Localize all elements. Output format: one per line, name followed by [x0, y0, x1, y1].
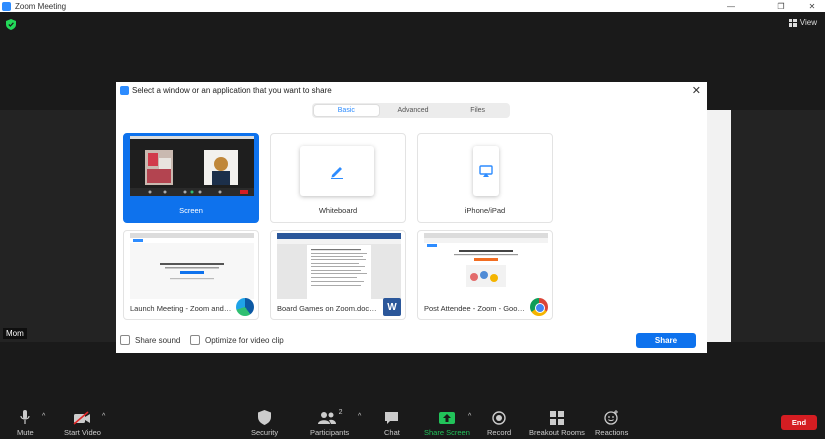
- breakout-rooms-label: Breakout Rooms: [529, 428, 585, 437]
- share-options-caret[interactable]: ^: [468, 413, 471, 420]
- security-label: Security: [251, 428, 279, 437]
- security-button[interactable]: Security: [251, 409, 278, 437]
- share-screen-label: Share Screen: [424, 428, 470, 437]
- reactions-icon: [604, 410, 619, 425]
- tile-label: Launch Meeting - Zoom and 5 m...: [130, 304, 232, 313]
- video-options-caret[interactable]: ^: [102, 413, 105, 420]
- share-tile-screen[interactable]: Screen: [123, 133, 259, 223]
- zoom-app-icon: [2, 1, 11, 11]
- zoom-app-icon: [120, 86, 129, 95]
- share-screen-icon: [438, 412, 455, 424]
- audio-options-caret[interactable]: ^: [42, 413, 45, 420]
- screen-thumbnail: [130, 136, 254, 196]
- tile-label: Whiteboard: [318, 206, 358, 215]
- participants-count: 2: [338, 409, 343, 416]
- close-icon[interactable]: ✕: [692, 84, 701, 97]
- dialog-title: Select a window or an application that y…: [132, 86, 332, 95]
- chrome-icon: [530, 298, 548, 316]
- airplay-icon: [479, 165, 493, 177]
- mute-button[interactable]: Mute: [17, 409, 34, 437]
- reactions-button[interactable]: Reactions: [595, 409, 628, 437]
- tile-label: Screen: [179, 206, 203, 215]
- chat-icon: [385, 412, 399, 424]
- share-sound-checkbox[interactable]: [120, 335, 130, 345]
- share-tile-window-board-games[interactable]: Board Games on Zoom.docx - W... W: [270, 230, 406, 320]
- breakout-rooms-icon: [549, 411, 564, 425]
- end-meeting-button[interactable]: End: [781, 415, 817, 430]
- share-sound-label: Share sound: [135, 335, 181, 345]
- minimize-button[interactable]: —: [718, 0, 744, 12]
- microphone-icon: [20, 410, 30, 424]
- participants-label: Participants: [310, 428, 350, 437]
- share-tile-window-launch-meeting[interactable]: Launch Meeting - Zoom and 5 m...: [123, 230, 259, 320]
- video-off-icon: [73, 411, 91, 425]
- tab-basic[interactable]: Basic: [313, 104, 380, 117]
- tile-label: iPhone/iPad: [464, 206, 506, 215]
- view-button[interactable]: View: [788, 18, 817, 27]
- mute-label: Mute: [17, 428, 34, 437]
- pen-icon: [331, 167, 343, 179]
- share-tile-iphone-ipad[interactable]: iPhone/iPad: [417, 133, 553, 223]
- participant-name-label: Mom: [3, 328, 27, 339]
- grid-icon: [788, 18, 797, 27]
- start-video-label: Start Video: [64, 428, 101, 437]
- meeting-toolbar: [0, 400, 825, 439]
- chat-button[interactable]: Chat: [384, 409, 400, 437]
- reactions-label: Reactions: [595, 428, 629, 437]
- share-tabs: Basic Advanced Files: [312, 103, 510, 118]
- record-icon: [492, 411, 506, 425]
- chat-label: Chat: [384, 428, 400, 437]
- window-thumbnail: [277, 233, 401, 299]
- participants-icon: [317, 412, 336, 424]
- share-screen-button[interactable]: Share Screen: [424, 409, 470, 437]
- optimize-video-label: Optimize for video clip: [205, 335, 284, 345]
- record-label: Record: [487, 428, 512, 437]
- participants-options-caret[interactable]: ^: [358, 413, 361, 420]
- tile-label: Board Games on Zoom.docx - W...: [277, 304, 379, 313]
- shield-icon: [258, 410, 272, 425]
- window-title: Zoom Meeting: [15, 1, 67, 11]
- restore-button[interactable]: ❐: [768, 0, 794, 12]
- breakout-rooms-button[interactable]: Breakout Rooms: [529, 409, 585, 437]
- optimize-video-checkbox[interactable]: [190, 335, 200, 345]
- window-thumbnail: [424, 233, 548, 299]
- share-screen-dialog: Select a window or an application that y…: [116, 82, 707, 353]
- optimize-video-option[interactable]: Optimize for video clip: [190, 335, 284, 345]
- view-label: View: [799, 18, 817, 27]
- device-card: [473, 146, 499, 196]
- share-button[interactable]: Share: [636, 333, 696, 348]
- encryption-shield-icon[interactable]: [6, 19, 16, 30]
- shared-content-strip: [706, 110, 731, 342]
- window-thumbnail: [130, 233, 254, 299]
- tile-label: Post Attendee - Zoom - Google ...: [424, 304, 526, 313]
- tab-files[interactable]: Files: [445, 103, 510, 118]
- share-tile-whiteboard[interactable]: Whiteboard: [270, 133, 406, 223]
- start-video-button[interactable]: Start Video: [64, 409, 101, 437]
- tab-advanced[interactable]: Advanced: [381, 103, 446, 118]
- word-icon: W: [383, 298, 401, 316]
- share-tile-window-post-attendee[interactable]: Post Attendee - Zoom - Google ...: [417, 230, 553, 320]
- record-button[interactable]: Record: [487, 409, 511, 437]
- participants-button[interactable]: 2 Participants: [310, 409, 349, 437]
- share-sound-option[interactable]: Share sound: [120, 335, 180, 345]
- close-window-button[interactable]: ✕: [799, 0, 825, 12]
- whiteboard-card: [300, 146, 374, 196]
- edge-icon: [236, 298, 254, 316]
- window-title-bar: Zoom Meeting — ❐ ✕: [0, 0, 825, 12]
